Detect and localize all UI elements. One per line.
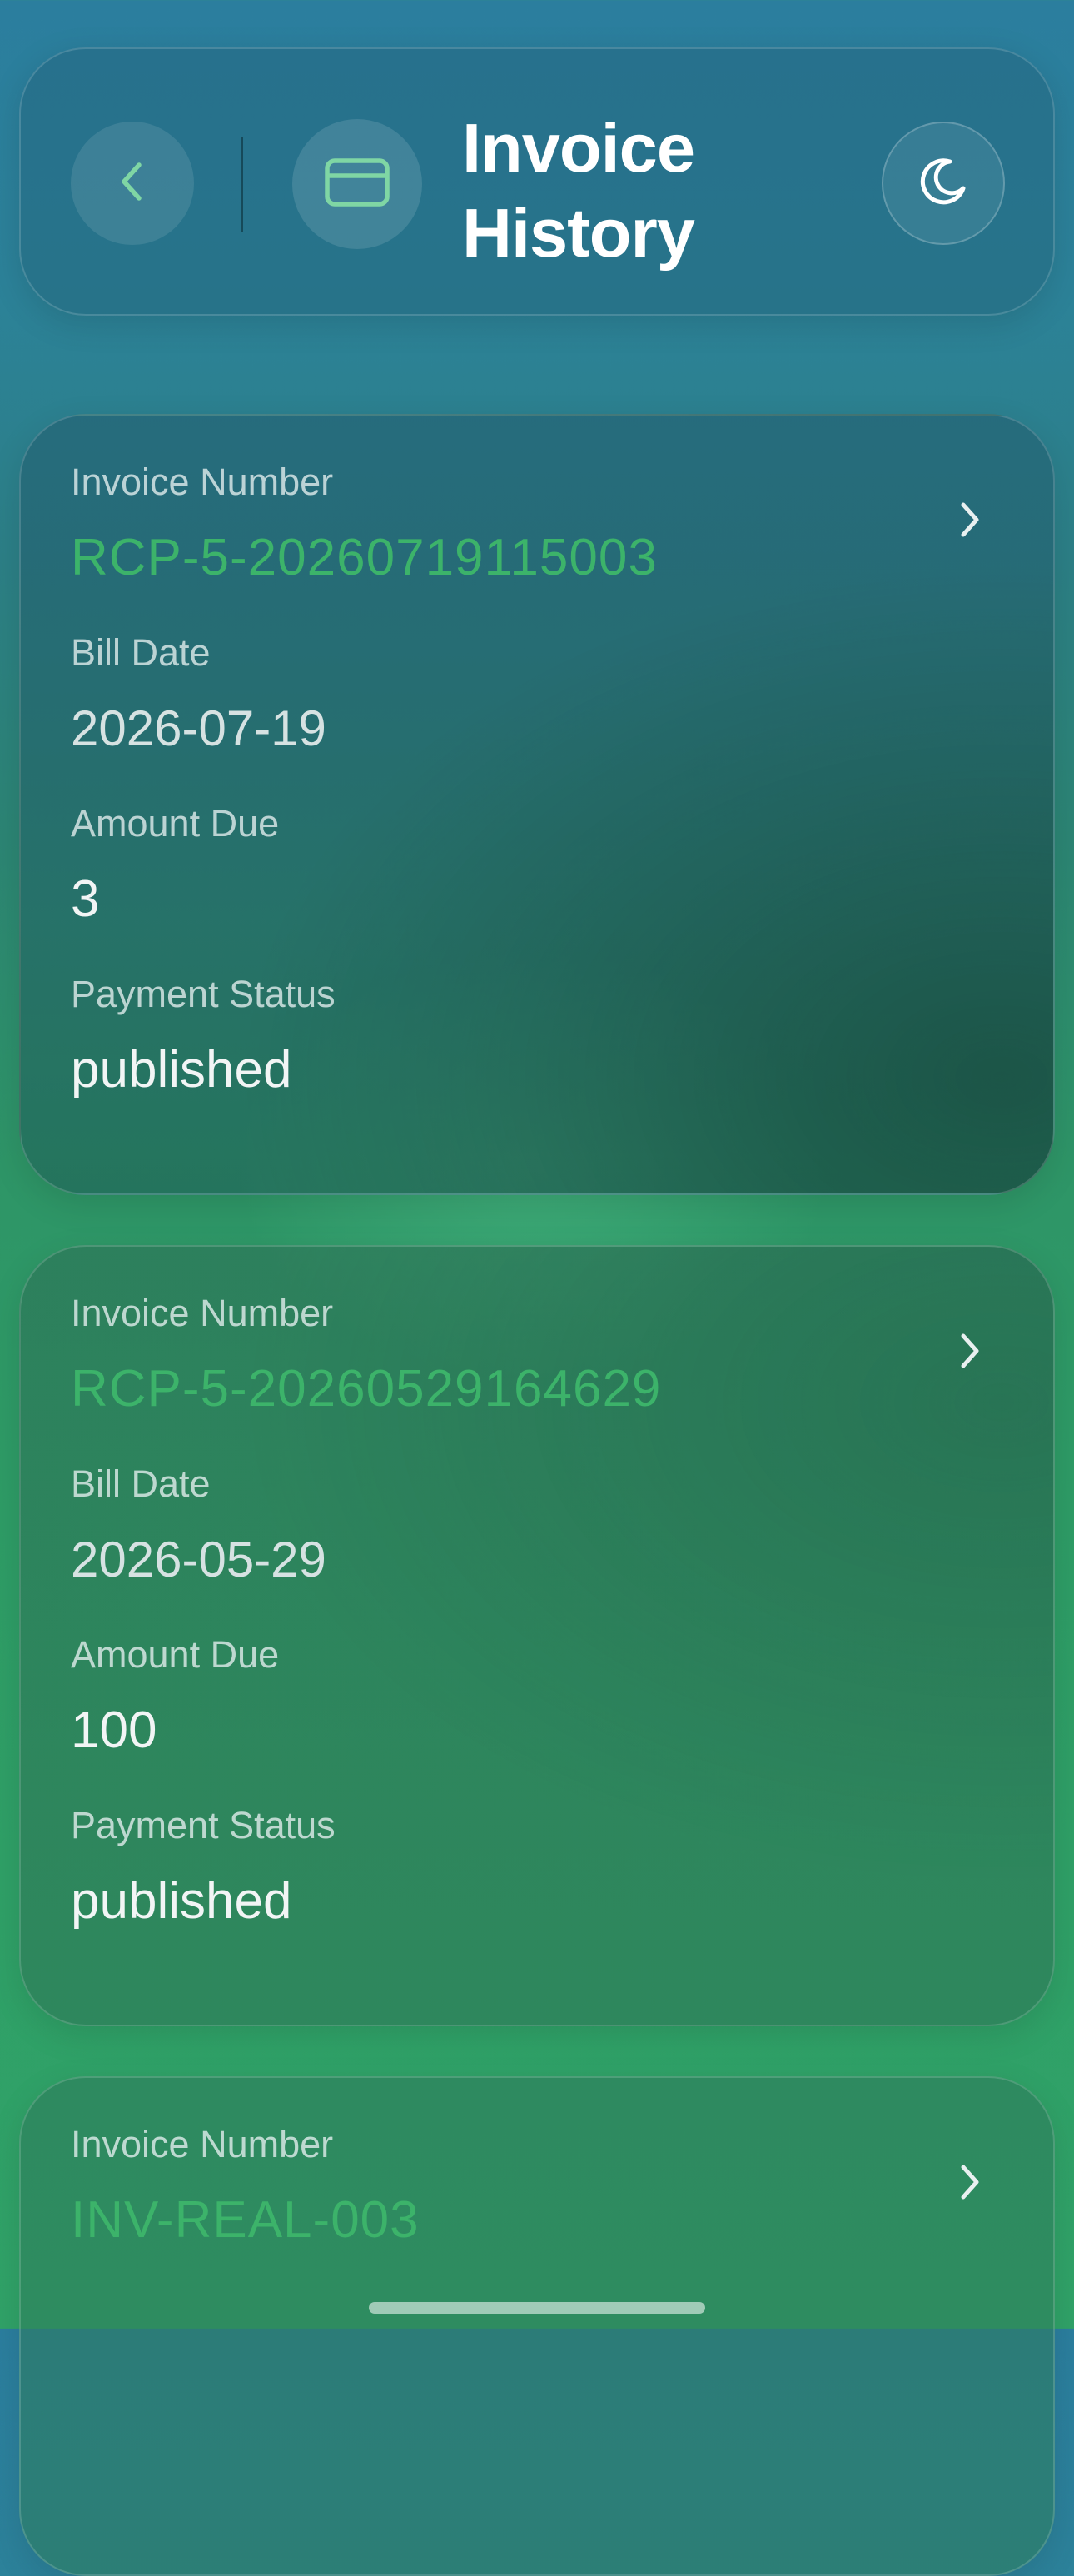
payment-status-value: published xyxy=(71,1872,292,1930)
amount-due-value: 100 xyxy=(71,1702,157,1759)
credit-card-icon xyxy=(322,156,392,213)
amount-due-label: Amount Due xyxy=(71,1633,280,1676)
chevron-right-icon xyxy=(953,1328,987,1374)
invoice-card[interactable]: Invoice Number INV-REAL-003 xyxy=(19,2076,1055,2576)
theme-toggle-button[interactable] xyxy=(882,122,1005,245)
invoice-number-label: Invoice Number xyxy=(71,461,334,503)
home-indicator[interactable] xyxy=(369,2302,705,2314)
payment-status-value: published xyxy=(71,1041,292,1099)
section-icon-badge xyxy=(292,119,422,249)
bill-date-value: 2026-05-29 xyxy=(71,1532,326,1587)
invoice-number-value: INV-REAL-003 xyxy=(71,2191,420,2249)
bill-date-label: Bill Date xyxy=(71,631,211,674)
invoice-card[interactable]: Invoice Number RCP-5-20260719115003 Bill… xyxy=(19,414,1055,1195)
amount-due-label: Amount Due xyxy=(71,802,280,845)
amount-due-value: 3 xyxy=(71,870,100,928)
invoice-card[interactable]: Invoice Number RCP-5-20260529164629 Bill… xyxy=(19,1245,1055,2026)
top-app-bar: Invoice History xyxy=(19,47,1055,316)
payment-status-label: Payment Status xyxy=(71,973,336,1015)
page-title: Invoice History xyxy=(462,109,695,272)
bill-date-label: Bill Date xyxy=(71,1462,211,1505)
invoice-number-label: Invoice Number xyxy=(71,1292,334,1334)
bill-date-value: 2026-07-19 xyxy=(71,700,326,756)
payment-status-label: Payment Status xyxy=(71,1804,336,1846)
chevron-right-icon xyxy=(953,2159,987,2205)
back-button[interactable] xyxy=(71,122,194,245)
chevron-right-icon xyxy=(953,496,987,543)
invoice-number-value: RCP-5-20260529164629 xyxy=(71,1360,662,1418)
header-divider xyxy=(241,137,243,232)
chevron-left-icon xyxy=(114,158,151,209)
invoice-number-value: RCP-5-20260719115003 xyxy=(71,529,658,586)
moon-icon xyxy=(917,155,970,212)
invoice-number-label: Invoice Number xyxy=(71,2123,334,2165)
